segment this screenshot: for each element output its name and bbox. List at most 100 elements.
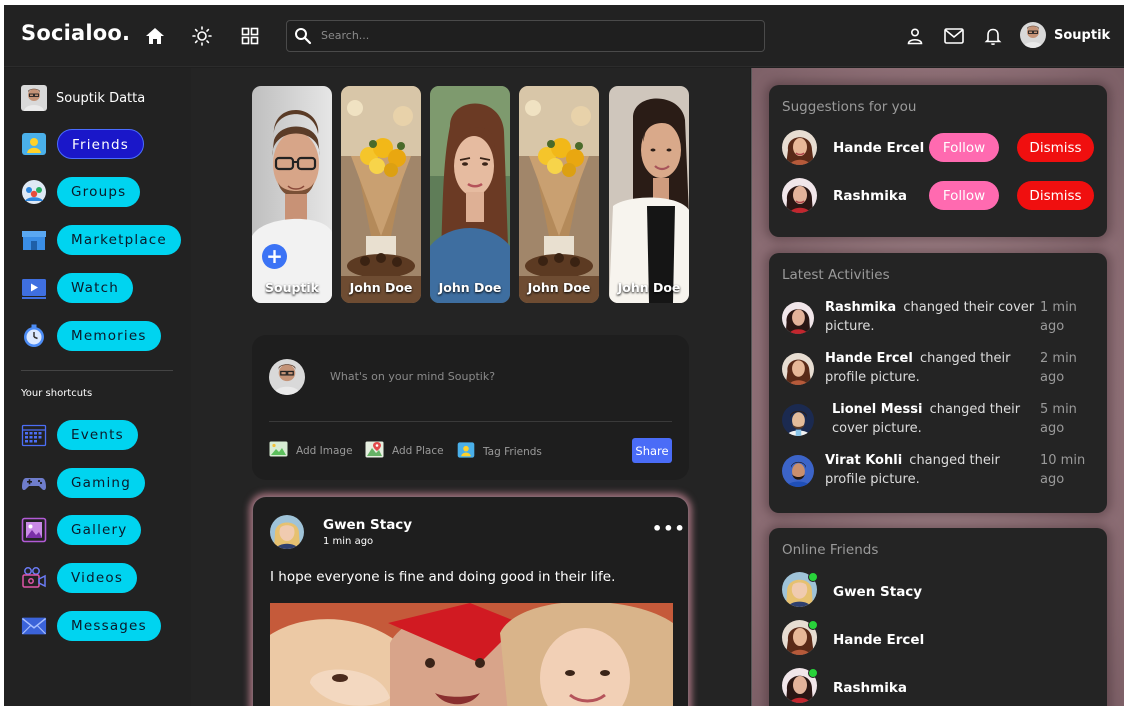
sidebar-item-groups[interactable]: Groups — [21, 177, 141, 207]
story-name: John Doe — [617, 280, 681, 295]
events-icon — [21, 422, 47, 448]
current-user-name: Souptik — [1054, 27, 1111, 43]
person-icon[interactable] — [904, 25, 926, 47]
sidebar-item-label: Memories — [57, 321, 161, 351]
memories-icon — [21, 323, 47, 349]
story-name: Souptik — [264, 280, 319, 295]
add-image-button[interactable]: Add Image — [269, 441, 353, 460]
bell-icon[interactable] — [982, 25, 1004, 47]
post-image[interactable] — [270, 603, 673, 706]
grid-icon[interactable] — [239, 25, 261, 47]
shortcut-videos[interactable]: Videos — [21, 563, 138, 593]
avatar — [269, 359, 305, 395]
shortcut-label: Events — [57, 420, 138, 450]
gaming-icon — [21, 470, 47, 496]
mail-icon[interactable] — [943, 25, 965, 47]
marketplace-icon — [21, 227, 47, 253]
shortcuts-heading: Your shortcuts — [21, 388, 93, 399]
story-card[interactable]: John Doe — [609, 86, 689, 303]
watch-icon — [21, 275, 47, 301]
story-card[interactable]: John Doe — [341, 86, 421, 303]
composer-input[interactable] — [330, 365, 660, 387]
story-image — [252, 86, 332, 303]
app-logo[interactable]: Socialoo. — [21, 21, 130, 45]
post-time: 1 min ago — [323, 536, 374, 547]
place-icon — [365, 441, 384, 461]
add-image-label: Add Image — [296, 444, 353, 457]
activity-item[interactable]: Hande Ercel changed their profile pictur… — [782, 349, 1102, 393]
home-icon[interactable] — [144, 25, 166, 47]
sidebar-item-watch[interactable]: Watch — [21, 273, 134, 303]
suggestion-name[interactable]: Rashmika — [833, 188, 929, 204]
online-friend-row[interactable]: Hande Ercel — [782, 620, 924, 659]
suggestion-name[interactable]: Hande Ercel — [833, 140, 929, 156]
shortcut-label: Messages — [57, 611, 161, 641]
shortcut-label: Gallery — [57, 515, 142, 545]
tag-friends-button[interactable]: Tag Friends — [457, 441, 542, 462]
avatar — [782, 455, 814, 487]
groups-icon — [21, 179, 47, 205]
online-friend-row[interactable]: Gwen Stacy — [782, 572, 922, 611]
more-options-icon[interactable]: ••• — [652, 519, 686, 538]
avatar[interactable] — [782, 178, 817, 213]
post-author[interactable]: Gwen Stacy — [323, 517, 412, 533]
search-input[interactable] — [321, 21, 751, 50]
add-place-label: Add Place — [392, 445, 444, 457]
sidebar-item-label: Marketplace — [57, 225, 181, 255]
story-image — [609, 86, 689, 303]
brightness-icon[interactable] — [191, 25, 213, 47]
suggestion-row: Rashmika Follow Dismiss — [782, 178, 1094, 213]
suggestions-title: Suggestions for you — [782, 99, 917, 115]
sidebar-item-memories[interactable]: Memories — [21, 321, 161, 351]
online-friends-card: Online Friends Gwen Stacy Hande Ercel Ra… — [769, 528, 1107, 706]
image-icon — [269, 441, 288, 460]
dismiss-button[interactable]: Dismiss — [1017, 133, 1094, 162]
dismiss-button[interactable]: Dismiss — [1017, 181, 1094, 210]
add-story-icon[interactable]: + — [262, 244, 287, 269]
suggestions-card: Suggestions for you Hande Ercel Follow D… — [769, 85, 1107, 237]
activity-item[interactable]: Virat Kohli changed their profile pictur… — [782, 451, 1102, 495]
avatar[interactable] — [782, 130, 817, 165]
composer-divider — [269, 421, 672, 422]
follow-button[interactable]: Follow — [929, 133, 999, 162]
share-button[interactable]: Share — [632, 438, 672, 463]
shortcut-gaming[interactable]: Gaming — [21, 468, 145, 498]
activity-item[interactable]: Lionel Messi changed their cover picture… — [782, 400, 1102, 444]
story-card[interactable]: John Doe — [430, 86, 510, 303]
activities-title: Latest Activities — [782, 267, 890, 283]
sidebar-profile-name: Souptik Datta — [56, 90, 146, 106]
avatar[interactable] — [270, 515, 304, 549]
activity-item[interactable]: Rashmika changed their cover picture. 1 … — [782, 298, 1102, 342]
shortcut-messages[interactable]: Messages — [21, 611, 161, 641]
avatar — [782, 302, 814, 334]
story-image — [341, 86, 421, 303]
friends-icon — [21, 131, 47, 157]
sidebar-profile[interactable]: Souptik Datta — [21, 85, 145, 111]
follow-button[interactable]: Follow — [929, 181, 999, 210]
story-image — [430, 86, 510, 303]
online-friend-row[interactable]: Rashmika — [782, 668, 907, 706]
online-friend-name: Rashmika — [833, 679, 907, 696]
online-status-dot — [808, 620, 818, 630]
post-composer: Add Image Add Place Tag Friends Share — [252, 335, 689, 480]
activity-user: Lionel Messi — [832, 402, 923, 417]
avatar — [782, 353, 814, 385]
shortcut-events[interactable]: Events — [21, 420, 138, 450]
activity-text: Hande Ercel changed their profile pictur… — [825, 349, 1035, 387]
shortcut-gallery[interactable]: Gallery — [21, 515, 142, 545]
add-place-button[interactable]: Add Place — [365, 441, 444, 461]
sidebar-item-label: Friends — [57, 129, 144, 159]
left-sidebar: Souptik Datta Friends Groups Marketplace… — [4, 68, 191, 706]
sidebar-item-friends[interactable]: Friends — [21, 129, 144, 159]
story-card-own[interactable]: + Souptik — [252, 86, 332, 303]
story-card[interactable]: John Doe — [519, 86, 599, 303]
videos-icon — [21, 565, 47, 591]
story-name: John Doe — [349, 280, 413, 295]
gallery-icon — [21, 517, 47, 543]
sidebar-item-marketplace[interactable]: Marketplace — [21, 225, 181, 255]
current-user-menu[interactable]: Souptik — [1020, 22, 1110, 48]
post-card: Gwen Stacy 1 min ago ••• I hope everyone… — [252, 496, 689, 706]
activities-card: Latest Activities Rashmika changed their… — [769, 253, 1107, 513]
sidebar-divider — [21, 370, 173, 371]
search-icon[interactable] — [294, 27, 312, 49]
